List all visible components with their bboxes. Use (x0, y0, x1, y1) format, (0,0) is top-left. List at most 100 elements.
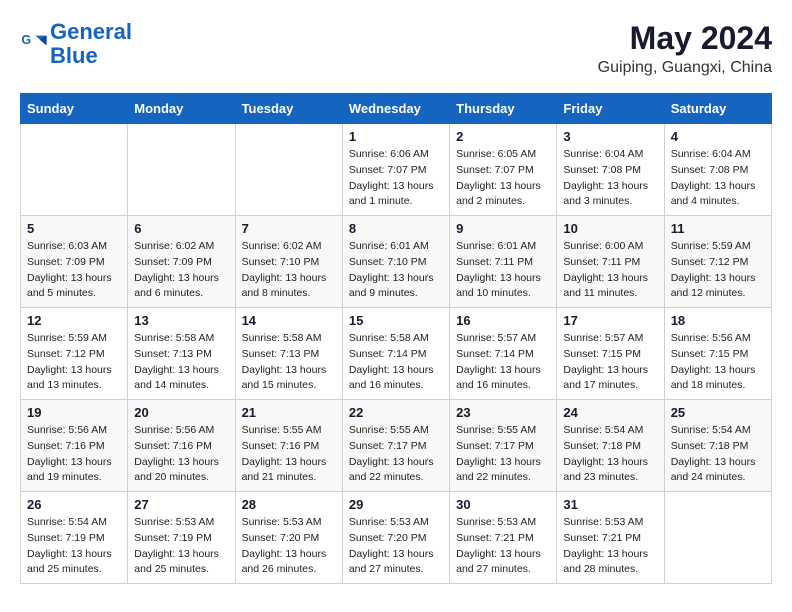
day-number: 26 (27, 497, 121, 512)
calendar-cell-w3-d4: 16Sunrise: 5:57 AMSunset: 7:14 PMDayligh… (450, 308, 557, 400)
day-info: Sunrise: 5:53 AMSunset: 7:20 PMDaylight:… (242, 515, 336, 578)
month-title: May 2024 (598, 20, 772, 57)
title-block: May 2024 Guiping, Guangxi, China (598, 20, 772, 77)
calendar-cell-w1-d4: 2 Sunrise: 6:05 AMSunset: 7:07 PMDaylight… (450, 124, 557, 216)
calendar-week-4: 19 Sunrise: 5:56 AMSunset: 7:16 PMDayligh… (21, 400, 772, 492)
day-number: 5 (27, 221, 121, 236)
calendar-cell-w5-d2: 28 Sunrise: 5:53 AMSunset: 7:20 PMDayligh… (235, 492, 342, 584)
calendar-cell-w4-d0: 19 Sunrise: 5:56 AMSunset: 7:16 PMDayligh… (21, 400, 128, 492)
weekday-thursday: Thursday (450, 94, 557, 124)
logo: G General Blue (20, 20, 132, 68)
day-info: Sunrise: 5:55 AMSunset: 7:16 PMDaylight:… (242, 423, 336, 486)
calendar-cell-w4-d5: 24 Sunrise: 5:54 AMSunset: 7:18 PMDayligh… (557, 400, 664, 492)
day-info: Sunrise: 6:06 AMSunset: 7:07 PMDaylight:… (349, 147, 443, 210)
day-info: Sunrise: 5:58 AMSunset: 7:13 PMDaylight:… (134, 331, 228, 394)
calendar-cell-w1-d6: 4 Sunrise: 6:04 AMSunset: 7:08 PMDaylight… (664, 124, 771, 216)
day-info: Sunrise: 5:53 AMSunset: 7:21 PMDaylight:… (563, 515, 657, 578)
day-number: 14 (242, 313, 336, 328)
day-number: 3 (563, 129, 657, 144)
day-number: 12 (27, 313, 121, 328)
day-number: 18 (671, 313, 765, 328)
calendar-cell-w4-d6: 25Sunrise: 5:54 AMSunset: 7:18 PMDayligh… (664, 400, 771, 492)
calendar-cell-w1-d2 (235, 124, 342, 216)
day-number: 24 (563, 405, 657, 420)
day-info: Sunrise: 6:04 AMSunset: 7:08 PMDaylight:… (671, 147, 765, 210)
day-number: 15 (349, 313, 443, 328)
day-info: Sunrise: 6:00 AMSunset: 7:11 PMDaylight:… (563, 239, 657, 302)
calendar-cell-w4-d3: 22 Sunrise: 5:55 AMSunset: 7:17 PMDayligh… (342, 400, 449, 492)
day-number: 13 (134, 313, 228, 328)
calendar-cell-w5-d0: 26 Sunrise: 5:54 AMSunset: 7:19 PMDayligh… (21, 492, 128, 584)
day-info: Sunrise: 6:02 AMSunset: 7:10 PMDaylight:… (242, 239, 336, 302)
weekday-monday: Monday (128, 94, 235, 124)
day-number: 17 (563, 313, 657, 328)
day-info: Sunrise: 5:54 AMSunset: 7:18 PMDaylight:… (671, 423, 765, 486)
location-title: Guiping, Guangxi, China (598, 59, 772, 77)
calendar-cell-w2-d4: 9Sunrise: 6:01 AMSunset: 7:11 PMDaylight… (450, 216, 557, 308)
calendar-week-1: 1 Sunrise: 6:06 AMSunset: 7:07 PMDaylight… (21, 124, 772, 216)
calendar-week-3: 12 Sunrise: 5:59 AMSunset: 7:12 PMDayligh… (21, 308, 772, 400)
day-number: 30 (456, 497, 550, 512)
day-info: Sunrise: 6:05 AMSunset: 7:07 PMDaylight:… (456, 147, 550, 210)
day-number: 1 (349, 129, 443, 144)
calendar-cell-w4-d4: 23 Sunrise: 5:55 AMSunset: 7:17 PMDayligh… (450, 400, 557, 492)
day-info: Sunrise: 5:59 AMSunset: 7:12 PMDaylight:… (27, 331, 121, 394)
logo-text: General Blue (50, 20, 132, 68)
calendar-cell-w3-d1: 13 Sunrise: 5:58 AMSunset: 7:13 PMDayligh… (128, 308, 235, 400)
weekday-tuesday: Tuesday (235, 94, 342, 124)
calendar-cell-w5-d1: 27 Sunrise: 5:53 AMSunset: 7:19 PMDayligh… (128, 492, 235, 584)
day-number: 4 (671, 129, 765, 144)
calendar-cell-w5-d6 (664, 492, 771, 584)
day-info: Sunrise: 5:57 AMSunset: 7:15 PMDaylight:… (563, 331, 657, 394)
day-number: 11 (671, 221, 765, 236)
day-info: Sunrise: 5:59 AMSunset: 7:12 PMDaylight:… (671, 239, 765, 302)
day-info: Sunrise: 6:01 AMSunset: 7:11 PMDaylight:… (456, 239, 550, 302)
day-number: 10 (563, 221, 657, 236)
calendar-cell-w4-d2: 21 Sunrise: 5:55 AMSunset: 7:16 PMDayligh… (235, 400, 342, 492)
day-number: 22 (349, 405, 443, 420)
day-number: 20 (134, 405, 228, 420)
day-info: Sunrise: 6:02 AMSunset: 7:09 PMDaylight:… (134, 239, 228, 302)
calendar-cell-w1-d0 (21, 124, 128, 216)
day-info: Sunrise: 5:55 AMSunset: 7:17 PMDaylight:… (456, 423, 550, 486)
day-info: Sunrise: 5:54 AMSunset: 7:19 PMDaylight:… (27, 515, 121, 578)
calendar-week-5: 26 Sunrise: 5:54 AMSunset: 7:19 PMDayligh… (21, 492, 772, 584)
calendar-cell-w1-d1 (128, 124, 235, 216)
day-info: Sunrise: 6:03 AMSunset: 7:09 PMDaylight:… (27, 239, 121, 302)
weekday-friday: Friday (557, 94, 664, 124)
day-info: Sunrise: 5:53 AMSunset: 7:21 PMDaylight:… (456, 515, 550, 578)
day-info: Sunrise: 5:54 AMSunset: 7:18 PMDaylight:… (563, 423, 657, 486)
calendar-week-2: 5 Sunrise: 6:03 AMSunset: 7:09 PMDaylight… (21, 216, 772, 308)
calendar-cell-w2-d5: 10 Sunrise: 6:00 AMSunset: 7:11 PMDayligh… (557, 216, 664, 308)
page-header: G General Blue May 2024 Guiping, Guangxi… (20, 20, 772, 77)
day-info: Sunrise: 6:01 AMSunset: 7:10 PMDaylight:… (349, 239, 443, 302)
day-number: 7 (242, 221, 336, 236)
calendar-cell-w5-d4: 30 Sunrise: 5:53 AMSunset: 7:21 PMDayligh… (450, 492, 557, 584)
calendar-cell-w2-d3: 8Sunrise: 6:01 AMSunset: 7:10 PMDaylight… (342, 216, 449, 308)
day-number: 28 (242, 497, 336, 512)
weekday-wednesday: Wednesday (342, 94, 449, 124)
calendar-header-row: Sunday Monday Tuesday Wednesday Thursday… (21, 94, 772, 124)
day-number: 2 (456, 129, 550, 144)
weekday-saturday: Saturday (664, 94, 771, 124)
day-info: Sunrise: 5:55 AMSunset: 7:17 PMDaylight:… (349, 423, 443, 486)
calendar-cell-w2-d2: 7 Sunrise: 6:02 AMSunset: 7:10 PMDaylight… (235, 216, 342, 308)
day-info: Sunrise: 5:56 AMSunset: 7:15 PMDaylight:… (671, 331, 765, 394)
calendar-cell-w3-d5: 17 Sunrise: 5:57 AMSunset: 7:15 PMDayligh… (557, 308, 664, 400)
day-info: Sunrise: 5:56 AMSunset: 7:16 PMDaylight:… (27, 423, 121, 486)
day-number: 27 (134, 497, 228, 512)
weekday-sunday: Sunday (21, 94, 128, 124)
calendar-cell-w2-d0: 5 Sunrise: 6:03 AMSunset: 7:09 PMDaylight… (21, 216, 128, 308)
calendar-cell-w5-d5: 31Sunrise: 5:53 AMSunset: 7:21 PMDayligh… (557, 492, 664, 584)
day-info: Sunrise: 6:04 AMSunset: 7:08 PMDaylight:… (563, 147, 657, 210)
calendar-cell-w4-d1: 20Sunrise: 5:56 AMSunset: 7:16 PMDayligh… (128, 400, 235, 492)
calendar-cell-w2-d6: 11 Sunrise: 5:59 AMSunset: 7:12 PMDayligh… (664, 216, 771, 308)
day-info: Sunrise: 5:58 AMSunset: 7:13 PMDaylight:… (242, 331, 336, 394)
day-info: Sunrise: 5:57 AMSunset: 7:14 PMDaylight:… (456, 331, 550, 394)
day-number: 19 (27, 405, 121, 420)
logo-icon: G (20, 30, 48, 58)
day-number: 21 (242, 405, 336, 420)
day-info: Sunrise: 5:53 AMSunset: 7:20 PMDaylight:… (349, 515, 443, 578)
day-info: Sunrise: 5:53 AMSunset: 7:19 PMDaylight:… (134, 515, 228, 578)
day-number: 23 (456, 405, 550, 420)
